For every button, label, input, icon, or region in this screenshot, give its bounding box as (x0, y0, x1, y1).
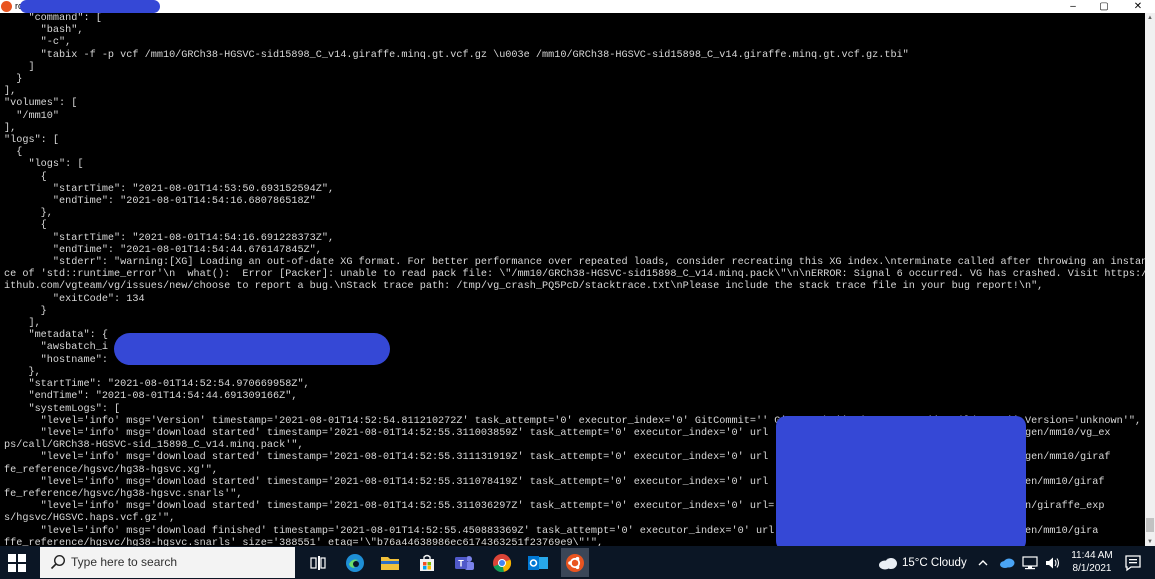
redaction-mark (776, 416, 1026, 546)
volume-icon[interactable] (1043, 546, 1063, 579)
ubuntu-app-icon (1, 1, 12, 12)
chrome-app-button[interactable] (488, 548, 516, 577)
terminal-line: "command": [ (4, 13, 102, 24)
file-explorer-app-button[interactable] (376, 548, 404, 577)
terminal-line: "endTime": "2021-08-01T14:54:44.69130916… (4, 391, 298, 403)
onedrive-cloud-icon[interactable] (997, 546, 1017, 579)
terminal-line: { (4, 171, 47, 183)
scroll-down-arrow-icon[interactable]: ▼ (1145, 539, 1155, 545)
windows-taskbar: Type here to search T 15°C Cloudy 11:44 … (0, 546, 1155, 579)
folder-icon (381, 556, 399, 570)
terminal-line: "metadata": { (4, 330, 108, 342)
terminal-line: ], (4, 318, 41, 330)
taskbar-clock[interactable]: 11:44 AM 8/1/2021 (1066, 549, 1118, 575)
task-view-icon (310, 555, 326, 570)
terminal-line: ithub.com/vgteam/vg/issues/new/choose to… (4, 281, 1044, 293)
terminal-line: ffe_reference/hgsvc/hg38-hgsvc.snarls' s… (4, 537, 604, 546)
task-view-button[interactable] (304, 548, 332, 577)
redaction-mark (20, 0, 160, 13)
terminal-scrollbar[interactable]: ▲ ▼ (1145, 13, 1155, 546)
clock-date: 8/1/2021 (1072, 563, 1112, 574)
chrome-icon (493, 553, 512, 572)
ubuntu-icon (566, 553, 584, 572)
scroll-up-arrow-icon[interactable]: ▲ (1145, 15, 1155, 21)
terminal-line: "-c", (4, 37, 72, 49)
weather-widget[interactable]: 15°C Cloudy (878, 546, 967, 579)
search-icon (50, 554, 66, 570)
terminal-line: "/mm10" (4, 110, 60, 122)
teams-icon: T (455, 555, 474, 570)
terminal-line: "exitCode": 134 (4, 293, 145, 305)
terminal-line: "startTime": "2021-08-01T14:53:50.693152… (4, 183, 335, 195)
terminal-line: }, (4, 208, 53, 220)
terminal-line: } (4, 74, 23, 86)
terminal-line: ce of 'std::runtime_error'\n what(): Err… (4, 269, 1145, 281)
terminal-line: ps/call/GRCh38-HGSVC-sid_15898_C_v14.min… (4, 440, 304, 452)
terminal-line: "tabix -f -p vcf /mm10/GRCh38-HGSVC-sid1… (4, 49, 909, 61)
terminal-line: "logs": [ (4, 135, 60, 147)
notification-icon (1125, 555, 1141, 572)
edge-app-button[interactable] (341, 548, 369, 577)
terminal-line: "hostname": (4, 354, 108, 366)
terminal-line: "systemLogs": [ (4, 403, 121, 415)
taskbar-search-box[interactable]: Type here to search (40, 547, 295, 578)
windows-logo-icon (8, 554, 26, 572)
redaction-mark (114, 333, 390, 365)
terminal-line: fe_reference/hgsvc/hg38-hgsvc.xg'", (4, 464, 218, 476)
terminal-line: "awsbatch_i (4, 342, 108, 354)
cloud-icon (879, 557, 897, 569)
terminal-line: } (4, 305, 47, 317)
store-bag-icon (420, 554, 434, 571)
edge-icon (346, 553, 364, 572)
terminal-line: "logs": [ (4, 159, 84, 171)
maximize-button[interactable]: ▢ (1092, 0, 1116, 13)
terminal-line: "endTime": "2021-08-01T14:54:44.67614784… (4, 244, 322, 256)
scroll-thumb[interactable] (1146, 518, 1154, 532)
outlook-icon (528, 555, 548, 570)
terminal-output-area[interactable]: "command": [ "bash", "-c", "tabix -f -p … (0, 13, 1145, 546)
outlook-app-button[interactable] (524, 548, 552, 577)
windows-start-button[interactable] (8, 554, 26, 572)
terminal-line: s/hgsvc/HGSVC.haps.vcf.gz'", (4, 513, 176, 525)
weather-text: 15°C Cloudy (902, 556, 967, 569)
terminal-line: ], (4, 122, 17, 134)
terminal-line: ] (4, 61, 35, 73)
store-app-button[interactable] (413, 548, 441, 577)
minimize-button[interactable]: – (1061, 0, 1085, 13)
teams-app-button[interactable]: T (450, 548, 478, 577)
terminal-line: }, (4, 366, 41, 378)
terminal-line: "startTime": "2021-08-01T14:52:54.970669… (4, 379, 310, 391)
svg-text:T: T (458, 558, 464, 568)
ubuntu-app-button[interactable] (561, 548, 589, 577)
close-button[interactable]: ✕ (1126, 0, 1150, 13)
terminal-line: "volumes": [ (4, 98, 78, 110)
terminal-line: "bash", (4, 25, 84, 37)
terminal-line: "startTime": "2021-08-01T14:54:16.691228… (4, 232, 335, 244)
terminal-line: { (4, 147, 23, 159)
terminal-line: { (4, 220, 47, 232)
terminal-line: "stderr": "warning:[XG] Loading an out-o… (4, 257, 1145, 269)
window-titlebar[interactable]: roha – ▢ ✕ (0, 0, 1155, 13)
notification-center-button[interactable] (1124, 554, 1142, 572)
terminal-line: "endTime": "2021-08-01T14:54:16.68078651… (4, 196, 316, 208)
network-icon[interactable] (1020, 546, 1040, 579)
tray-overflow-chevron-icon[interactable] (975, 546, 991, 579)
terminal-line: ], (4, 86, 17, 98)
terminal-line: fe_reference/hgsvc/hg38-hgsvc.snarls'", (4, 488, 243, 500)
clock-time: 11:44 AM (1071, 550, 1113, 561)
search-placeholder: Type here to search (71, 555, 178, 569)
